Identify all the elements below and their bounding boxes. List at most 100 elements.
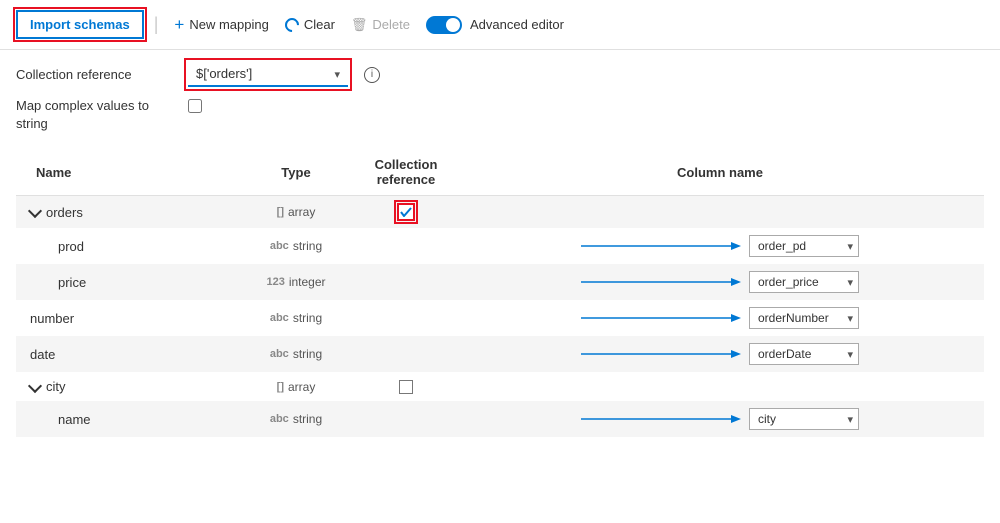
name-cell: price <box>16 264 236 300</box>
name-header: Name <box>16 149 236 196</box>
mapping-arrow-icon <box>581 347 741 361</box>
row-name-text: city <box>46 379 66 394</box>
collection-ref-cell <box>356 372 456 401</box>
table-row: orders [] array <box>16 196 984 229</box>
type-badge: abc <box>270 413 289 425</box>
table-row: name abc string city▾ <box>16 401 984 437</box>
collection-select-wrapper: $['orders'] ▾ <box>188 62 348 87</box>
name-cell: prod <box>16 228 236 264</box>
expand-icon[interactable] <box>28 204 42 218</box>
collection-ref-checkbox-unchecked[interactable] <box>399 380 413 394</box>
delete-button[interactable]: 🗑 Delete <box>345 12 416 38</box>
row-name-text: number <box>30 311 74 326</box>
column-name-cell: orderDate▾ <box>456 336 984 372</box>
type-cell: [] array <box>236 372 356 401</box>
type-header: Type <box>236 149 356 196</box>
collection-reference-select[interactable]: $['orders'] <box>188 62 348 87</box>
plus-icon: + <box>174 16 184 33</box>
type-badge: [] <box>277 381 284 393</box>
collection-ref-cell <box>356 196 456 229</box>
type-cell: abc string <box>236 300 356 336</box>
collection-ref-cell <box>356 336 456 372</box>
column-name-cell: orderNumber▾ <box>456 300 984 336</box>
type-badge: abc <box>270 312 289 324</box>
type-badge: [] <box>277 206 284 218</box>
map-complex-checkbox[interactable] <box>188 99 202 113</box>
type-text: array <box>288 205 315 219</box>
name-cell: name <box>16 401 236 437</box>
advanced-editor-label: Advanced editor <box>470 17 564 32</box>
type-cell: 123 integer <box>236 264 356 300</box>
name-cell: city <box>16 372 236 401</box>
refresh-icon <box>282 15 302 35</box>
collection-ref-cell <box>356 228 456 264</box>
table-row: prod abc string order_pd▾ <box>16 228 984 264</box>
clear-label: Clear <box>304 17 335 32</box>
type-cell: [] array <box>236 196 356 229</box>
info-icon[interactable]: i <box>364 67 380 83</box>
toolbar-separator: | <box>154 14 159 35</box>
type-badge: 123 <box>266 276 284 288</box>
type-cell: abc string <box>236 228 356 264</box>
column-name-select[interactable]: orderDate <box>749 343 859 365</box>
type-text: integer <box>289 275 326 289</box>
collection-ref-cell <box>356 401 456 437</box>
row-name-text: price <box>58 275 86 290</box>
clear-button[interactable]: Clear <box>279 12 341 37</box>
column-name-cell: order_price▾ <box>456 264 984 300</box>
collection-ref-cell <box>356 300 456 336</box>
name-cell: date <box>16 336 236 372</box>
column-name-select[interactable]: order_price <box>749 271 859 293</box>
collection-reference-label: Collection reference <box>16 67 176 82</box>
new-mapping-label: New mapping <box>189 17 269 32</box>
mapping-arrow-icon <box>581 239 741 253</box>
map-complex-label: Map complex values tostring <box>16 97 176 133</box>
row-name-text: name <box>58 412 91 427</box>
mapping-arrow-icon <box>581 275 741 289</box>
row-name-text: date <box>30 347 55 362</box>
column-name-cell: city▾ <box>456 401 984 437</box>
column-name-select[interactable]: orderNumber <box>749 307 859 329</box>
collection-ref-cell <box>356 264 456 300</box>
type-text: string <box>293 311 322 325</box>
row-name-text: prod <box>58 239 84 254</box>
import-schemas-button[interactable]: Import schemas <box>16 10 144 39</box>
map-complex-row: Map complex values tostring <box>16 97 984 133</box>
type-text: string <box>293 347 322 361</box>
trash-icon: 🗑 <box>351 17 368 33</box>
type-cell: abc string <box>236 401 356 437</box>
name-cell: orders <box>16 196 236 229</box>
type-cell: abc string <box>236 336 356 372</box>
column-name-header: Column name <box>456 149 984 196</box>
type-text: array <box>288 380 315 394</box>
collection-reference-row: Collection reference $['orders'] ▾ i <box>16 62 984 87</box>
column-name-cell: order_pd▾ <box>456 228 984 264</box>
table-row: number abc string orderNumber▾ <box>16 300 984 336</box>
type-badge: abc <box>270 240 289 252</box>
mapping-table: Name Type Collectionreference Column nam… <box>16 149 984 437</box>
delete-label: Delete <box>372 17 410 32</box>
type-text: string <box>293 412 322 426</box>
name-cell: number <box>16 300 236 336</box>
type-text: string <box>293 239 322 253</box>
column-name-cell <box>456 196 984 229</box>
column-name-select[interactable]: city <box>749 408 859 430</box>
advanced-editor-toggle[interactable]: Advanced editor <box>426 16 564 34</box>
form-section: Collection reference $['orders'] ▾ i Map… <box>0 50 1000 149</box>
mapping-arrow-icon <box>581 311 741 325</box>
table-row: city [] array <box>16 372 984 401</box>
toolbar: Import schemas | + New mapping Clear 🗑 D… <box>0 0 1000 50</box>
expand-icon[interactable] <box>28 379 42 393</box>
collection-ref-header: Collectionreference <box>356 149 456 196</box>
table-area: Name Type Collectionreference Column nam… <box>0 149 1000 437</box>
row-name-text: orders <box>46 205 83 220</box>
toggle-track[interactable] <box>426 16 462 34</box>
table-row: date abc string orderDate▾ <box>16 336 984 372</box>
collection-ref-checkbox-checked[interactable] <box>397 203 415 221</box>
column-name-select[interactable]: order_pd <box>749 235 859 257</box>
type-badge: abc <box>270 348 289 360</box>
new-mapping-button[interactable]: + New mapping <box>168 11 274 38</box>
table-row: price 123 integer order_price▾ <box>16 264 984 300</box>
mapping-arrow-icon <box>581 412 741 426</box>
column-name-cell <box>456 372 984 401</box>
